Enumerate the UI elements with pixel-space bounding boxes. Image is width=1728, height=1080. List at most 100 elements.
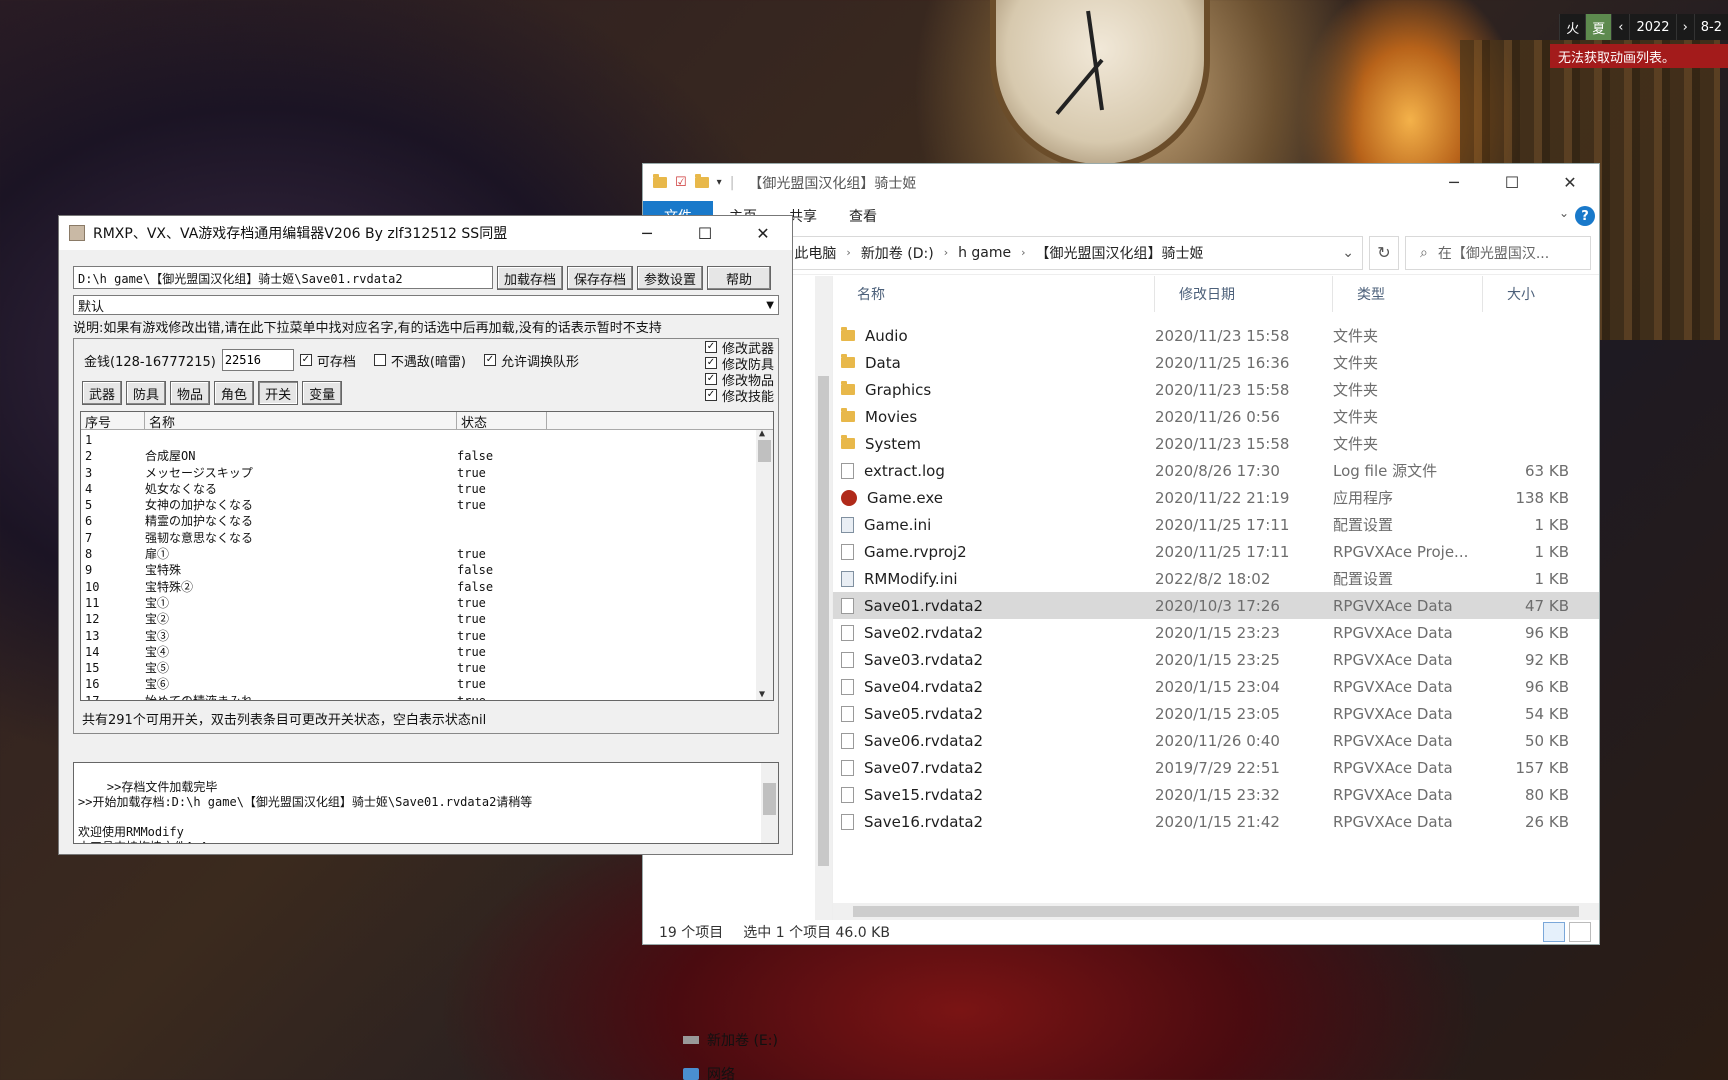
table-row[interactable]: 8 扉① true: [81, 546, 773, 562]
column-name[interactable]: 名称: [833, 276, 1155, 312]
help-button[interactable]: 帮助: [707, 266, 772, 290]
table-row[interactable]: 10 宝特殊② false: [81, 579, 773, 595]
file-row[interactable]: Save15.rvdata2 2020/1/15 23:32 RPGVXAce Da…: [833, 781, 1599, 808]
maximize-button[interactable]: ☐: [1483, 164, 1541, 200]
nav-scrollbar[interactable]: [815, 276, 832, 920]
horizontal-scrollbar[interactable]: [833, 903, 1599, 920]
log-scrollbar[interactable]: [761, 763, 778, 843]
table-row[interactable]: 6 精霊の加护なくなる: [81, 513, 773, 529]
file-row[interactable]: Save07.rvdata2 2019/7/29 22:51 RPGVXAce Da…: [833, 754, 1599, 781]
column-type[interactable]: 类型: [1333, 276, 1483, 312]
calendar-cell[interactable]: 夏: [1585, 14, 1612, 40]
modify-skills-checkbox[interactable]: ✓ 修改技能: [704, 387, 774, 405]
minimize-button[interactable]: ─: [618, 216, 676, 250]
table-row[interactable]: 3 メッセージスキップ true: [81, 465, 773, 481]
allow-formation-checkbox[interactable]: ✓ 允许调换队形: [484, 351, 579, 370]
table-row[interactable]: 11 宝① true: [81, 595, 773, 611]
breadcrumb-hgame[interactable]: h game: [958, 245, 1011, 261]
file-row[interactable]: Save06.rvdata2 2020/11/26 0:40 RPGVXAce Da…: [833, 727, 1599, 754]
file-row[interactable]: Save05.rvdata2 2020/1/15 23:05 RPGVXAce Da…: [833, 700, 1599, 727]
calendar-widget[interactable]: 火夏 ‹ 2022 › 8-2: [1559, 14, 1728, 40]
search-input[interactable]: ⌕ 在【御光盟国汉...: [1405, 235, 1591, 270]
table-row[interactable]: 16 宝⑥ true: [81, 676, 773, 692]
file-row[interactable]: Save04.rvdata2 2020/1/15 23:04 RPGVXAce Da…: [833, 673, 1599, 700]
row-state: [457, 432, 547, 448]
table-scrollbar[interactable]: ▲ ▼: [756, 428, 773, 700]
save-save-button[interactable]: 保存存档: [567, 266, 634, 290]
nav-item-drive-e[interactable]: 新加卷 (E:): [683, 1030, 778, 1050]
scroll-up-icon[interactable]: ▲: [759, 428, 765, 439]
game-profile-select[interactable]: 默认 ▼: [73, 295, 779, 315]
file-row[interactable]: Save02.rvdata2 2020/1/15 23:23 RPGVXAce Da…: [833, 619, 1599, 646]
quick-access-dropdown-icon[interactable]: ▾: [717, 177, 722, 188]
tab-characters[interactable]: 角色: [214, 381, 255, 405]
breadcrumb-current[interactable]: 【御光盟国汉化组】骑士姬: [1036, 243, 1204, 263]
nav-item-network[interactable]: 网络: [683, 1064, 735, 1080]
tab-switches[interactable]: 开关: [258, 381, 299, 405]
new-folder-icon[interactable]: [694, 174, 709, 188]
minimize-button[interactable]: ─: [1425, 164, 1483, 200]
calendar-cell[interactable]: 火: [1559, 14, 1586, 40]
tab-variables[interactable]: 变量: [302, 381, 343, 405]
file-row[interactable]: System 2020/11/23 15:58 文件夹: [833, 430, 1599, 457]
properties-icon[interactable]: ☑: [675, 175, 687, 190]
app-exe-icon: [841, 489, 857, 506]
file-row[interactable]: Graphics 2020/11/23 15:58 文件夹: [833, 376, 1599, 403]
table-row[interactable]: 9 宝特殊 false: [81, 562, 773, 578]
file-row[interactable]: Game.ini 2020/11/25 17:11 配置设置 1 KB: [833, 511, 1599, 538]
file-row[interactable]: Audio 2020/11/23 15:58 文件夹: [833, 322, 1599, 349]
breadcrumb-this-pc[interactable]: 此电脑: [794, 243, 836, 263]
file-row[interactable]: Movies 2020/11/26 0:56 文件夹: [833, 403, 1599, 430]
table-row[interactable]: 12 宝② true: [81, 611, 773, 627]
file-row[interactable]: extract.log 2020/8/26 17:30 Log file 源文件 63…: [833, 457, 1599, 484]
close-button[interactable]: ✕: [734, 216, 792, 250]
table-row[interactable]: 17 始めての精液まみれ true: [81, 693, 773, 700]
file-row[interactable]: Data 2020/11/25 16:36 文件夹: [833, 349, 1599, 376]
file-row[interactable]: Save16.rvdata2 2020/1/15 21:42 RPGVXAce Da…: [833, 808, 1599, 835]
calendar-cell[interactable]: ›: [1675, 14, 1694, 40]
gold-input[interactable]: [221, 349, 294, 371]
column-size[interactable]: 大小: [1483, 276, 1569, 312]
table-row[interactable]: 1: [81, 432, 773, 448]
file-row[interactable]: Save03.rvdata2 2020/1/15 23:25 RPGVXAce Da…: [833, 646, 1599, 673]
table-row[interactable]: 13 宝③ true: [81, 628, 773, 644]
file-row[interactable]: Save01.rvdata2 2020/10/3 17:26 RPGVXAce Da…: [833, 592, 1599, 619]
maximize-button[interactable]: ☐: [676, 216, 734, 250]
header-name[interactable]: 名称: [145, 412, 457, 431]
tab-armor[interactable]: 防具: [126, 381, 167, 405]
table-row[interactable]: 7 强韧な意思なくなる: [81, 530, 773, 546]
scroll-down-icon[interactable]: ▼: [759, 689, 765, 700]
large-icons-view-icon[interactable]: [1569, 922, 1591, 942]
refresh-button[interactable]: ↻: [1369, 235, 1399, 270]
row-index: 1: [85, 433, 93, 447]
table-row[interactable]: 4 処女なくなる true: [81, 481, 773, 497]
column-date[interactable]: 修改日期: [1155, 276, 1333, 312]
expand-ribbon-icon[interactable]: ⌄: [1559, 206, 1569, 220]
close-button[interactable]: ✕: [1541, 164, 1599, 200]
table-row[interactable]: 2 合成屋ON false: [81, 448, 773, 464]
table-row[interactable]: 14 宝④ true: [81, 644, 773, 660]
table-row[interactable]: 15 宝⑤ true: [81, 660, 773, 676]
file-row[interactable]: Game.exe 2020/11/22 21:19 应用程序 138 KB: [833, 484, 1599, 511]
header-state[interactable]: 状态: [457, 412, 547, 431]
help-icon[interactable]: ?: [1575, 206, 1595, 226]
address-bar[interactable]: › 此电脑 › 新加卷 (D:) › h game › 【御光盟国汉化组】骑士姬…: [771, 235, 1363, 270]
details-view-icon[interactable]: [1543, 922, 1565, 942]
save-path-field[interactable]: D:\h game\【御光盟国汉化组】骑士姬\Save01.rvdata2: [73, 266, 493, 289]
settings-button[interactable]: 参数设置: [637, 266, 704, 290]
header-index[interactable]: 序号: [81, 412, 145, 431]
file-row[interactable]: Game.rvproj2 2020/11/25 17:11 RPGVXAce Pro…: [833, 538, 1599, 565]
load-save-button[interactable]: 加载存档: [497, 266, 564, 290]
tab-view[interactable]: 查看: [833, 206, 893, 226]
tab-items[interactable]: 物品: [170, 381, 211, 405]
file-row[interactable]: RMModify.ini 2022/8/2 18:02 配置设置 1 KB: [833, 565, 1599, 592]
tab-weapons[interactable]: 武器: [82, 381, 123, 405]
calendar-cell[interactable]: 2022: [1629, 14, 1676, 40]
breadcrumb-drive[interactable]: 新加卷 (D:): [861, 243, 934, 263]
table-row[interactable]: 5 女神の加护なくなる true: [81, 497, 773, 513]
address-dropdown-icon[interactable]: ⌄: [1342, 245, 1362, 261]
calendar-cell[interactable]: 8-2: [1693, 14, 1728, 40]
no-encounter-checkbox[interactable]: 不遇敌(暗雷): [373, 351, 466, 370]
calendar-cell[interactable]: ‹: [1611, 14, 1630, 40]
can-save-checkbox[interactable]: ✓ 可存档: [299, 351, 356, 370]
